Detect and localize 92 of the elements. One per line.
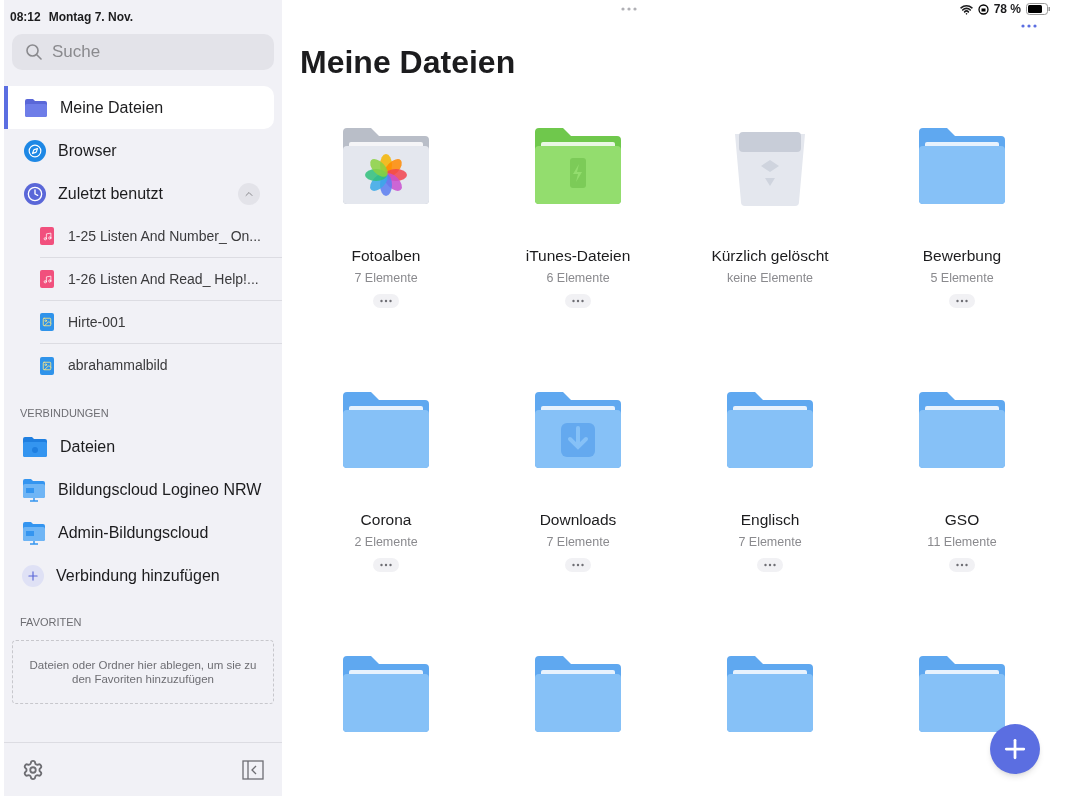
battery-icon [1026,3,1050,15]
recent-file-item[interactable]: Hirte-001 [40,301,282,344]
folder-name: Kürzlich gelöscht [711,246,829,266]
recent-file-label: 1-25 Listen And Number_ On... [68,226,261,246]
recent-file-label: 1-26 Listen And Read_ Help!... [68,269,259,289]
audio-file-icon [40,227,54,245]
image-file-icon [40,313,54,331]
folder-icon [22,436,48,458]
status-date: Montag 7. Nov. [48,9,134,26]
ellipsis-icon [572,563,584,567]
drop-hint: Dateien oder Ordner hier ablegen, um sie zu den Favoriten hinzuzufügen [29,658,257,686]
item-menu-button[interactable] [565,294,591,308]
connection-item[interactable]: Admin-Bildungscloud [4,511,282,555]
status-time: 08:12 [10,9,41,26]
download-folder-icon[interactable] [533,390,623,470]
connection-label: Verbindung hinzufügen [56,566,220,586]
folder-icon[interactable] [725,390,815,470]
ellipsis-icon [1020,24,1038,28]
add-button[interactable] [990,724,1040,774]
section-heading: FAVORITEN [19,614,83,630]
connection-label: Bildungscloud Logineo NRW [58,480,262,500]
search-field[interactable]: Suche [12,34,274,70]
item-menu-button[interactable] [949,294,975,308]
item-menu-button[interactable] [373,294,399,308]
ellipsis-icon [380,299,392,303]
ellipsis-icon [956,563,968,567]
network-folder-icon [22,478,46,502]
folder-icon[interactable] [917,126,1007,206]
sidebar-item[interactable]: Zuletzt benutzt [4,172,274,215]
sidebar-label: Zuletzt benutzt [58,183,164,204]
item-count: keine Elemente [726,270,814,288]
ellipsis-icon [380,563,392,567]
item-count: 2 Elemente [354,534,418,552]
rotation-lock-icon [977,3,989,15]
connection-label: Dateien [60,437,116,457]
folder-icon[interactable] [917,390,1007,470]
ellipsis-icon [764,563,776,567]
recent-file-item[interactable]: 1-25 Listen And Number_ On... [40,215,282,258]
recent-file-item[interactable]: 1-26 Listen And Read_ Help!... [40,258,282,301]
connection-item[interactable]: Dateien [4,425,282,469]
recent-file-item[interactable]: abrahammalbild [40,344,282,387]
sidebar-label: Meine Dateien [60,97,165,118]
settings-icon[interactable] [22,758,44,781]
folder-name: GSO [944,510,980,530]
item-count: 11 Elemente [927,534,997,552]
sidebar-item[interactable]: Browser [4,129,274,172]
folder-icon[interactable] [725,654,815,734]
network-folder-icon [22,521,46,545]
item-count: 7 Elemente [354,270,418,288]
item-menu-button[interactable] [565,558,591,572]
folder-name: Fotoalben [351,246,421,266]
more-button[interactable] [1020,24,1038,28]
folder-icon[interactable] [917,654,1007,734]
item-count: 5 Elemente [930,270,994,288]
folder-name: iTunes-Dateien [525,246,631,266]
item-menu-button[interactable] [949,558,975,572]
recent-file-label: Hirte-001 [68,312,126,332]
folder-name: Downloads [539,510,617,530]
wifi-icon [959,2,973,16]
section-heading: VERBINDUNGEN [19,406,110,421]
folder-icon [24,97,48,118]
item-menu-button[interactable] [757,558,783,572]
connection-label: Admin-Bildungscloud [58,523,209,543]
folder-icon[interactable] [341,654,431,734]
item-count: 7 Elemente [546,534,610,552]
folder-icon[interactable] [341,390,431,470]
clock-icon [24,182,46,205]
battery-percent: 78 % [993,1,1021,18]
lightning-folder-icon[interactable] [533,126,623,206]
folder-name: Corona [360,510,412,530]
folder-icon[interactable] [533,654,623,734]
ellipsis-icon [956,299,968,303]
connection-item[interactable]: Bildungscloud Logineo NRW [4,468,282,512]
folder-name: Englisch [740,510,800,530]
connection-item[interactable]: Verbindung hinzufügen [4,554,282,598]
audio-file-icon [40,270,54,288]
sidebar-item[interactable]: Meine Dateien [4,86,274,129]
plus-icon [22,565,44,587]
ellipsis-icon [572,299,584,303]
multitasking-dots-icon [620,7,637,11]
folder-name: Bewerbung [922,246,1002,266]
sidebar-toggle-icon[interactable] [242,759,264,780]
item-count: 7 Elemente [738,534,802,552]
sidebar-label: Browser [58,140,118,161]
photos-folder-icon[interactable] [341,126,431,206]
page-title: Meine Dateien [300,43,517,82]
search-icon [26,44,42,60]
item-menu-button[interactable] [373,558,399,572]
item-count: 6 Elemente [546,270,610,288]
compass-icon [24,139,46,162]
recent-file-label: abrahammalbild [68,356,168,375]
image-file-icon [40,356,54,375]
